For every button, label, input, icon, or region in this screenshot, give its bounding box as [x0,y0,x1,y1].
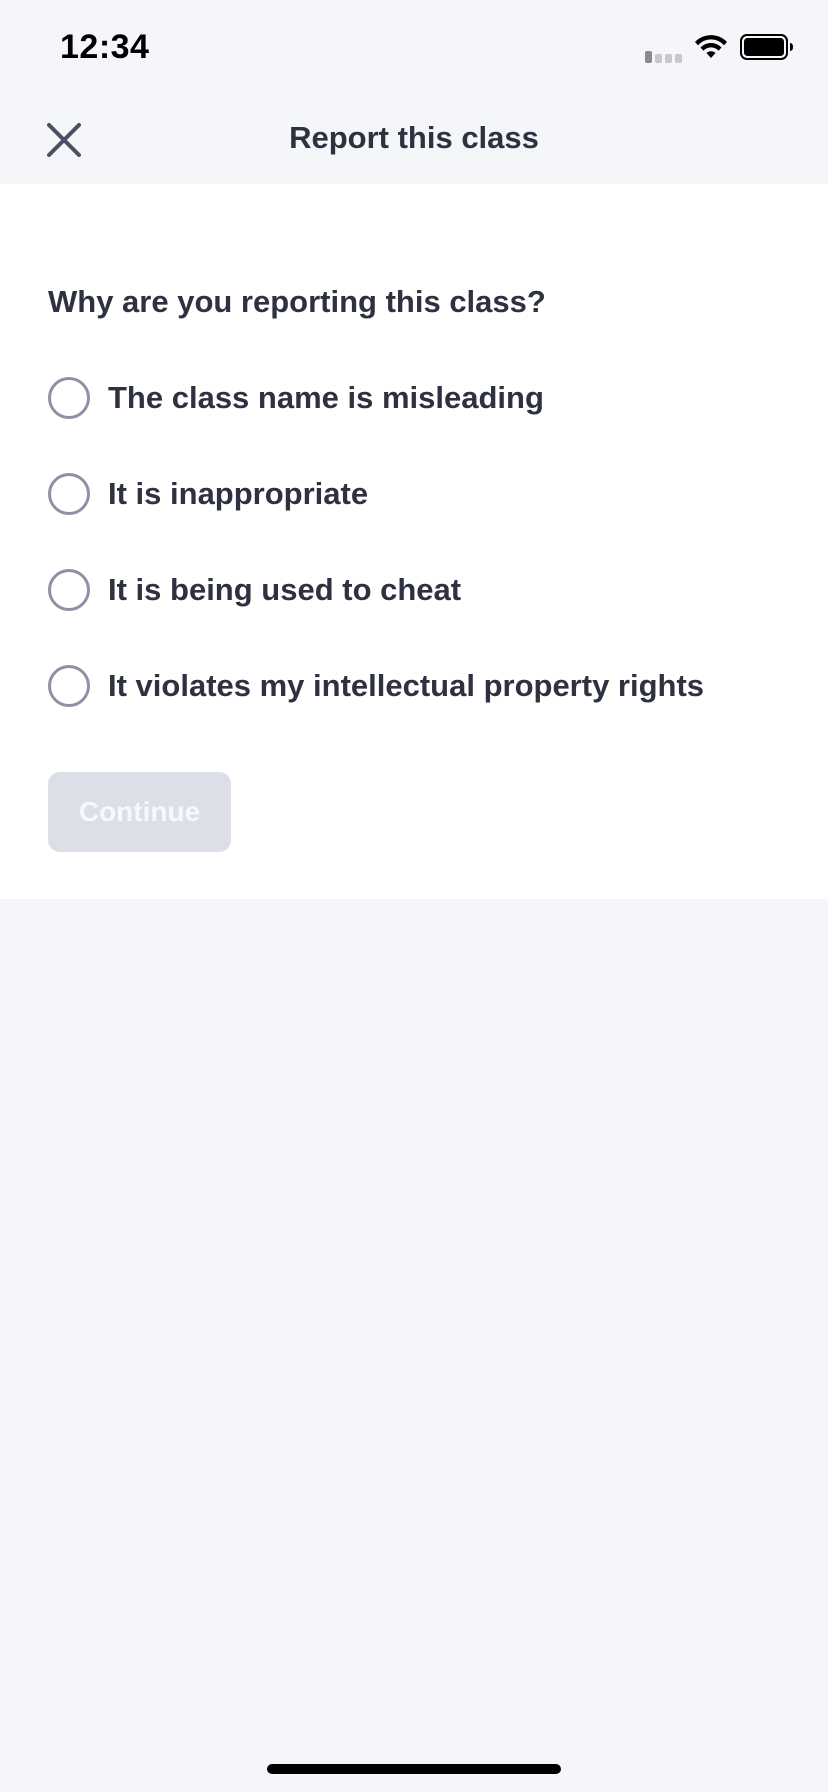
reason-option-ip-rights[interactable]: It violates my intellectual property rig… [48,662,808,710]
option-label: It is being used to cheat [108,572,462,607]
radio-button[interactable] [48,473,90,515]
continue-button[interactable]: Continue [48,772,231,852]
radio-button[interactable] [48,665,90,707]
reason-option-inappropriate[interactable]: It is inappropriate [48,470,808,518]
reason-option-misleading[interactable]: The class name is misleading [48,374,808,422]
option-label: The class name is misleading [108,380,544,415]
option-label: It is inappropriate [108,476,369,511]
home-indicator [267,1764,561,1774]
signal-icon [645,49,682,63]
option-label: It violates my intellectual property rig… [108,668,705,703]
battery-icon [740,34,794,65]
reason-options: The class name is misleading It is inapp… [48,374,808,758]
header: Report this class [0,100,828,184]
radio-button[interactable] [48,377,90,419]
radio-button[interactable] [48,569,90,611]
question-text: Why are you reporting this class? [48,284,546,319]
page-title: Report this class [289,120,539,155]
report-form-card: Why are you reporting this class? The cl… [0,184,828,899]
status-icons [645,34,794,65]
reason-option-cheat[interactable]: It is being used to cheat [48,566,808,614]
status-bar: 12:34 [0,0,828,100]
wifi-icon [694,34,728,65]
status-time: 12:34 [60,28,150,66]
